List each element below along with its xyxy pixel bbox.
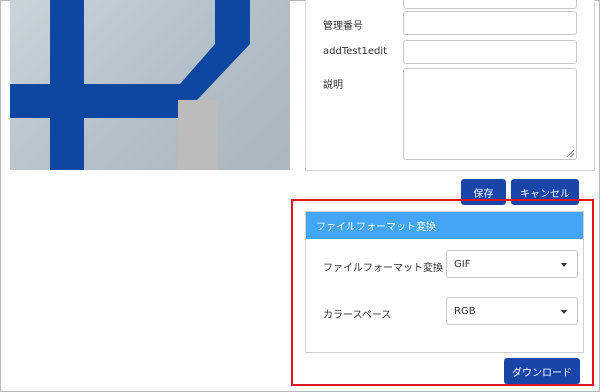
image-preview — [10, 0, 290, 170]
description-label: 説明 — [323, 80, 343, 91]
metadata-form: 管理番号 addTest1edit 説明 — [305, 0, 595, 171]
download-button[interactable]: ダウンロード — [504, 358, 580, 384]
panel-header: ファイルフォーマット変換 — [306, 212, 583, 239]
resize-handle-icon[interactable] — [567, 150, 574, 157]
chevron-down-icon — [561, 263, 567, 267]
add-test-label: addTest1edit — [323, 46, 388, 57]
color-space-label: カラースペース — [323, 310, 392, 321]
color-space-value: RGB — [454, 305, 476, 317]
file-format-convert-panel: ファイルフォーマット変換 ファイルフォーマット変換 GIF カラースペース RG… — [305, 211, 584, 353]
add-test-input[interactable] — [403, 40, 577, 64]
preview-shape — [178, 100, 218, 170]
file-format-select[interactable]: GIF — [446, 250, 578, 278]
description-textarea[interactable] — [403, 68, 577, 160]
chevron-down-icon — [561, 310, 567, 314]
file-format-label: ファイルフォーマット変換 — [323, 263, 443, 274]
preview-shape — [10, 84, 185, 118]
management-number-label: 管理番号 — [323, 21, 363, 32]
top-input-field[interactable] — [403, 0, 577, 9]
color-space-select[interactable]: RGB — [446, 297, 578, 325]
file-format-value: GIF — [454, 258, 471, 270]
management-number-input[interactable] — [403, 11, 577, 35]
